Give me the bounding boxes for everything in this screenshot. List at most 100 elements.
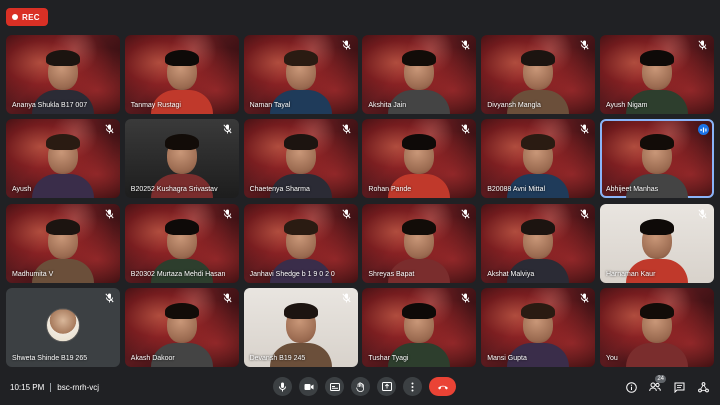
mic-off-icon [460,40,470,50]
speaking-indicator-icon [697,124,709,136]
participant-tile[interactable]: Akshita Jain [362,35,477,114]
more-vert-icon [411,382,414,391]
mic-off-icon [460,124,470,134]
participant-name: Rohan Pande [368,186,412,194]
participant-tile[interactable]: Harnaman Kaur [599,203,714,283]
activities-icon [697,381,709,392]
participant-tile[interactable]: You [599,287,714,367]
participant-tile[interactable]: Ananya Shukla B17 007 [6,35,120,114]
participant-tile[interactable]: Ayush Nigam [599,35,714,114]
mic-off-icon [460,209,470,219]
meeting-info: 10:15 PM bsc-rnrh-vcj [10,383,99,392]
participant-name: B20252 Kushagra Srivastav [130,186,218,194]
participant-tile[interactable]: B20088 Avni Mittal [481,119,596,199]
side-panel-controls: 24 [624,375,710,394]
participant-name: Divyansh Mangla [487,102,541,109]
activities-button[interactable] [696,380,710,394]
meeting-details-button[interactable] [624,380,638,394]
participant-tile[interactable]: Chaetenya Sharma [243,119,358,199]
participant-name: B20088 Avni Mittal [487,186,546,194]
mic-off-icon [579,293,589,303]
camera-icon [304,383,313,390]
captions-icon [329,382,340,391]
participant-grid: Ananya Shukla B17 007 Tanmay Rustagi Naman… [6,35,714,367]
participant-name: B20302 Murtaza Mehdi Hasan [130,270,226,278]
mic-off-icon [460,293,470,303]
participant-video [625,299,688,367]
microphone-icon [279,382,286,391]
participant-tile[interactable]: Abhijeet Manhas [599,119,714,199]
camera-button[interactable] [299,377,318,396]
record-dot-icon [12,14,18,20]
mic-off-icon [104,124,114,134]
present-screen-icon [381,382,392,391]
participant-tile[interactable]: Akash Dakoor [124,287,239,367]
participant-tile[interactable]: Madhumita V [6,203,120,283]
end-call-button[interactable] [429,377,456,396]
participant-tile[interactable]: Ayush [6,119,120,199]
divider [50,383,52,392]
participant-name: Tanmay Rustagi [130,102,181,109]
clock-time: 10:15 PM [10,383,45,392]
info-icon [625,381,637,393]
microphone-button[interactable] [273,377,292,396]
participant-tile[interactable]: Naman Tayal [243,35,358,114]
participant-name: Shweta Shinde B19 265 [12,354,88,362]
captions-button[interactable] [325,377,344,396]
participant-name: Ayush Nigam [605,102,648,109]
participant-name: Janhavi Shedge b 1 9 0 2 0 [249,270,335,278]
recording-indicator: REC [6,8,48,26]
participant-name: Naman Tayal [249,102,291,109]
participant-name: Akshita Jain [368,102,407,109]
hand-icon [356,381,364,392]
mic-off-icon [579,124,589,134]
participant-name: Abhijeet Manhas [605,186,659,194]
participant-name: Mansi Gupta [487,354,527,362]
participant-name: Ayush [12,186,32,194]
more-options-button[interactable] [403,377,422,396]
participant-tile[interactable]: Tanmay Rustagi [124,35,239,114]
meeting-code: bsc-rnrh-vcj [57,383,100,392]
mic-off-icon [223,209,233,219]
mic-off-icon [342,124,352,134]
participant-tile[interactable]: Shweta Shinde B19 265 [6,287,120,367]
participant-count-badge: 24 [655,375,666,383]
people-button[interactable]: 24 [648,375,666,394]
participant-name: Shreyas Bapat [368,270,415,278]
mic-off-icon [223,293,233,303]
participant-name: Madhumita V [12,270,54,278]
people-icon [649,382,661,392]
participant-name: Akash Dakoor [130,354,175,362]
chat-icon [674,382,684,393]
participant-name: Devansh B19 245 [249,354,306,362]
recording-label: REC [22,12,40,22]
participant-name: Ananya Shukla B17 007 [12,102,88,109]
mic-off-icon [342,293,352,303]
participant-tile[interactable]: B20302 Murtaza Mehdi Hasan [124,203,239,283]
mic-off-icon [698,40,708,50]
avatar [46,308,80,343]
participant-tile[interactable]: Divyansh Mangla [481,35,596,114]
participant-tile[interactable]: Devansh B19 245 [243,287,358,367]
participant-tile[interactable]: Mansi Gupta [481,287,596,367]
mic-off-icon [104,209,114,219]
mic-off-icon [342,209,352,219]
participant-name: You [605,354,618,362]
participant-tile[interactable]: Tushar Tyagi [362,287,477,367]
participant-name: Chaetenya Sharma [249,186,310,194]
call-controls [273,377,456,396]
raise-hand-button[interactable] [351,377,370,396]
mic-off-icon [698,209,708,219]
bottom-toolbar: 10:15 PM bsc-rnrh-vcj 24 [0,371,720,405]
participant-tile[interactable]: Rohan Pande [362,119,477,199]
participant-tile[interactable]: B20252 Kushagra Srivastav [124,119,239,199]
chat-button[interactable] [672,380,686,394]
present-button[interactable] [377,377,396,396]
mic-off-icon [579,209,589,219]
participant-tile[interactable]: Shreyas Bapat [362,203,477,283]
mic-off-icon [223,124,233,134]
mic-off-icon [342,40,352,50]
participant-tile[interactable]: Janhavi Shedge b 1 9 0 2 0 [243,203,358,283]
participant-tile[interactable]: Akshat Malviya [481,203,596,283]
participant-video [32,130,94,199]
